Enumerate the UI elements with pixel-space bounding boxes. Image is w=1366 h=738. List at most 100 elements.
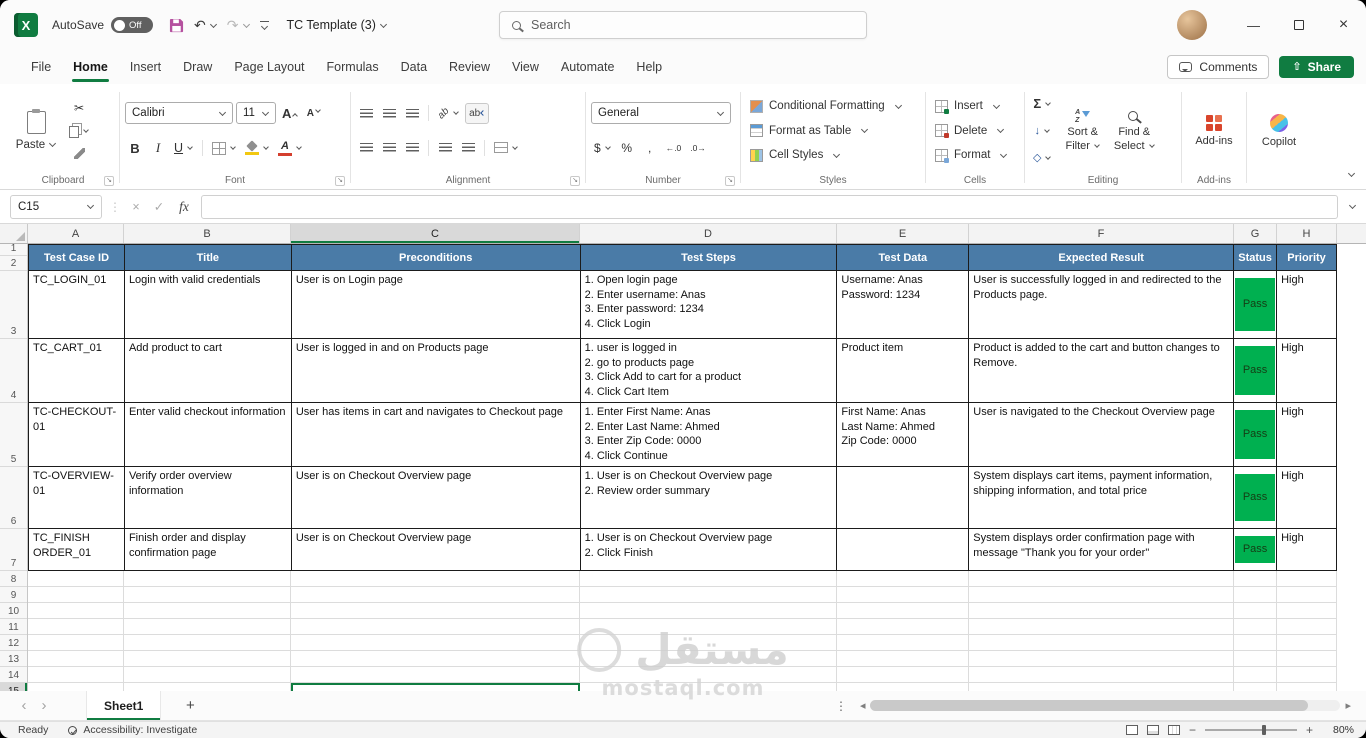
- comma-style-button[interactable]: ,: [640, 138, 660, 159]
- redo-button[interactable]: ↷: [227, 17, 250, 34]
- conditional-formatting-button[interactable]: Conditional Formatting: [746, 99, 920, 114]
- cell-test-steps[interactable]: 1. Open login page 2. Enter username: An…: [580, 271, 838, 339]
- tab-view[interactable]: View: [501, 50, 550, 84]
- tab-help[interactable]: Help: [625, 50, 673, 84]
- cell-test-data[interactable]: Username: Anas Password: 1234: [837, 271, 970, 339]
- row-header[interactable]: 11: [0, 619, 27, 635]
- cell-title[interactable]: Add product to cart: [124, 339, 292, 403]
- cell-test-case-id[interactable]: TC-OVERVIEW-01: [29, 467, 125, 529]
- column-header[interactable]: E: [837, 224, 969, 243]
- row-header[interactable]: 6: [0, 467, 27, 529]
- insert-cells-button[interactable]: Insert: [931, 99, 1019, 114]
- cell-priority[interactable]: High: [1277, 403, 1338, 467]
- decrease-decimal-button[interactable]: .0→: [687, 138, 709, 159]
- table-header-title[interactable]: Title: [124, 245, 292, 271]
- italic-button[interactable]: I: [148, 138, 168, 159]
- paste-button[interactable]: Paste: [12, 107, 60, 155]
- column-header[interactable]: H: [1277, 224, 1337, 243]
- sort-filter-button[interactable]: AZ Sort & Filter: [1058, 89, 1106, 172]
- row-header[interactable]: 8: [0, 571, 27, 587]
- row-header[interactable]: 2: [0, 256, 27, 271]
- select-all-button[interactable]: [0, 224, 28, 243]
- page-break-view-button[interactable]: [1167, 725, 1180, 735]
- cell-status[interactable]: Pass: [1234, 271, 1278, 339]
- page-layout-view-button[interactable]: [1146, 725, 1159, 735]
- percent-style-button[interactable]: %: [617, 138, 637, 159]
- qat-customize-button[interactable]: [259, 20, 269, 31]
- cancel-entry-button[interactable]: ×: [128, 200, 144, 214]
- new-sheet-button[interactable]: +: [177, 694, 203, 718]
- zoom-in-button[interactable]: +: [1306, 723, 1313, 737]
- row-header[interactable]: 14: [0, 667, 27, 683]
- cell-styles-button[interactable]: Cell Styles: [746, 148, 920, 163]
- cell-status[interactable]: Pass: [1234, 403, 1278, 467]
- column-header[interactable]: A: [28, 224, 124, 243]
- tab-formulas[interactable]: Formulas: [316, 50, 390, 84]
- tab-insert[interactable]: Insert: [119, 50, 172, 84]
- orientation-button[interactable]: ab: [435, 103, 462, 124]
- column-header[interactable]: D: [580, 224, 837, 243]
- tab-file[interactable]: File: [20, 50, 62, 84]
- hscroll-right-button[interactable]: ▸: [1340, 699, 1356, 712]
- autosum-button[interactable]: Σ: [1030, 93, 1054, 114]
- zoom-out-button[interactable]: −: [1189, 723, 1196, 737]
- cell-preconditions[interactable]: User is logged in and on Products page: [291, 339, 581, 403]
- cell-test-data[interactable]: [837, 467, 970, 529]
- sheet-nav-left-button[interactable]: ‹: [14, 697, 34, 714]
- clear-button[interactable]: ◇: [1030, 147, 1054, 168]
- cell-title[interactable]: Login with valid credentials: [124, 271, 292, 339]
- sheet-options-dots[interactable]: ⋮: [835, 699, 847, 713]
- cell-test-data[interactable]: First Name: Anas Last Name: Ahmed Zip Co…: [837, 403, 970, 467]
- addins-button[interactable]: Add-ins: [1187, 89, 1241, 172]
- cell-preconditions[interactable]: User has items in cart and navigates to …: [291, 403, 581, 467]
- borders-button[interactable]: [209, 138, 239, 159]
- cell-expected-result[interactable]: User is successfully logged in and redir…: [969, 271, 1235, 339]
- workbook-title[interactable]: TC Template (3): [287, 18, 387, 32]
- table-header-status[interactable]: Status: [1234, 245, 1278, 271]
- format-cells-button[interactable]: Format: [931, 148, 1019, 163]
- comments-button[interactable]: Comments: [1167, 55, 1270, 79]
- copilot-button[interactable]: Copilot: [1252, 89, 1306, 172]
- sheet-tab-sheet1[interactable]: Sheet1: [86, 691, 162, 720]
- underline-button[interactable]: U: [171, 138, 196, 159]
- undo-button[interactable]: ↶: [194, 17, 217, 34]
- cell-test-data[interactable]: [837, 529, 970, 571]
- cell-priority[interactable]: High: [1277, 529, 1338, 571]
- close-button[interactable]: ×: [1321, 0, 1366, 50]
- increase-decimal-button[interactable]: ←.0: [663, 138, 685, 159]
- table-header-test-steps[interactable]: Test Steps: [580, 245, 838, 271]
- zoom-slider[interactable]: [1204, 725, 1297, 735]
- copy-button[interactable]: [66, 120, 92, 141]
- increase-indent-button[interactable]: [458, 137, 478, 158]
- row-header[interactable]: 12: [0, 635, 27, 651]
- row-header[interactable]: 7: [0, 529, 27, 571]
- table-header-test-data[interactable]: Test Data: [837, 245, 970, 271]
- number-format-select[interactable]: General: [591, 102, 731, 125]
- cell-priority[interactable]: High: [1277, 467, 1338, 529]
- autosave-toggle[interactable]: Off: [111, 17, 154, 33]
- cell-test-steps[interactable]: 1. User is on Checkout Overview page 2. …: [580, 467, 838, 529]
- row-header[interactable]: 5: [0, 403, 27, 467]
- format-as-table-button[interactable]: Format as Table: [746, 123, 920, 138]
- format-painter-button[interactable]: [66, 143, 92, 164]
- table-header-priority[interactable]: Priority: [1277, 245, 1337, 271]
- cell-expected-result[interactable]: System displays cart items, payment info…: [969, 467, 1235, 529]
- tab-automate[interactable]: Automate: [550, 50, 626, 84]
- enter-entry-button[interactable]: ✓: [151, 199, 167, 214]
- alignment-dialog-launcher[interactable]: ↘: [570, 176, 580, 186]
- center-button[interactable]: [379, 137, 399, 158]
- hscroll-left-button[interactable]: ◂: [855, 699, 871, 712]
- cell-title[interactable]: Verify order overview information: [124, 467, 292, 529]
- tab-home[interactable]: Home: [62, 50, 119, 84]
- expand-formula-bar-button[interactable]: [1348, 201, 1357, 210]
- delete-cells-button[interactable]: Delete: [931, 123, 1019, 138]
- cell-status[interactable]: Pass: [1234, 467, 1278, 529]
- tab-data[interactable]: Data: [390, 50, 438, 84]
- share-button[interactable]: ⇧ Share: [1279, 56, 1354, 78]
- tab-draw[interactable]: Draw: [172, 50, 223, 84]
- cell-preconditions[interactable]: User is on Login page: [291, 271, 581, 339]
- fill-color-button[interactable]: [242, 138, 272, 159]
- cell-expected-result[interactable]: Product is added to the cart and button …: [969, 339, 1235, 403]
- normal-view-button[interactable]: [1125, 725, 1138, 735]
- row-header-selected[interactable]: 15: [0, 683, 27, 691]
